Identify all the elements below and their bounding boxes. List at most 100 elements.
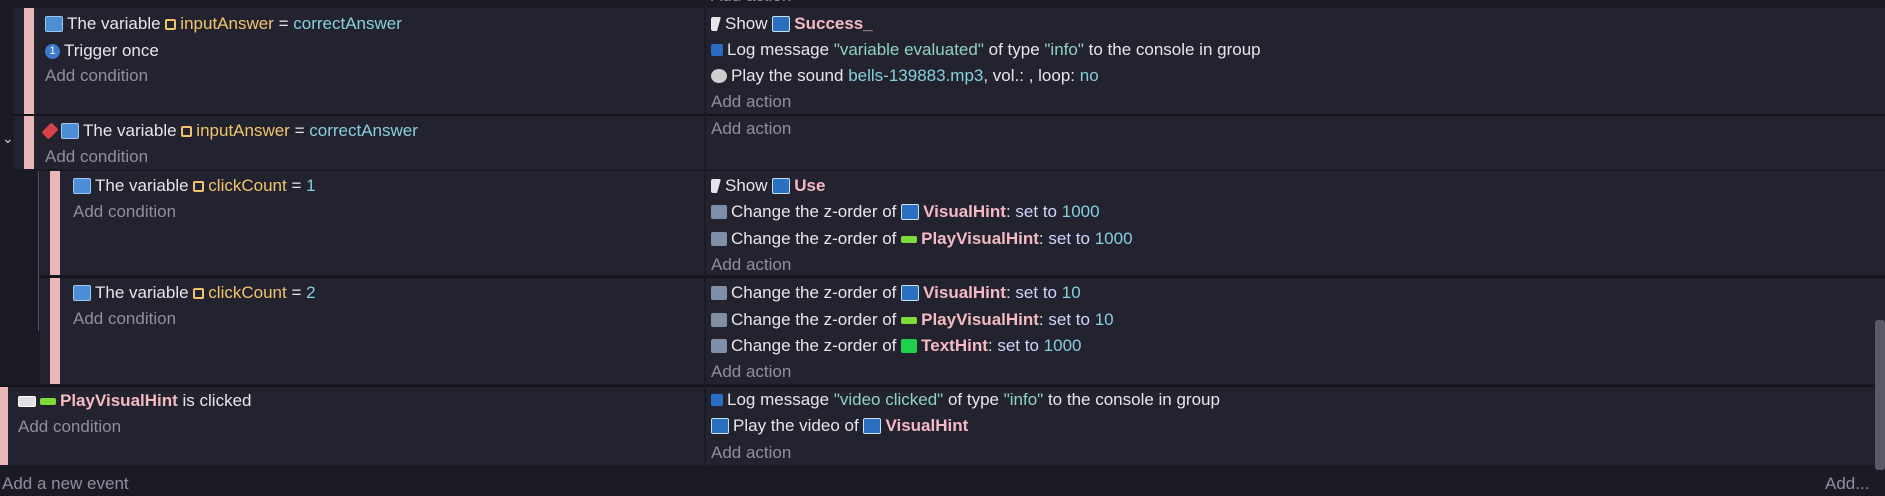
add-action-button[interactable]: Add action bbox=[711, 441, 791, 465]
sub2-bar[interactable] bbox=[50, 278, 60, 384]
add-action-button[interactable]: Add action bbox=[711, 253, 791, 277]
variable-name: clickCount bbox=[208, 176, 287, 195]
z-order-icon bbox=[711, 286, 727, 300]
tree-line bbox=[38, 171, 39, 331]
text-object-icon bbox=[901, 339, 918, 353]
object-name: PlayVisualHint bbox=[921, 310, 1039, 329]
add-condition-button[interactable]: Add condition bbox=[18, 415, 121, 439]
condition-text: is clicked bbox=[182, 391, 252, 410]
operator: = bbox=[294, 121, 305, 140]
object-name: TextHint bbox=[921, 336, 988, 355]
action-text: of type bbox=[988, 40, 1040, 59]
trigger-once-icon: 1 bbox=[45, 43, 60, 59]
action-text: of type bbox=[947, 390, 999, 409]
log-icon bbox=[711, 44, 723, 56]
collapse-chevron[interactable]: ⌄ bbox=[2, 130, 14, 147]
condition-variable[interactable]: The variable clickCount = 1 bbox=[73, 174, 316, 198]
condition-variable[interactable]: The variable inputAnswer = correctAnswer bbox=[41, 119, 418, 143]
action-z-order[interactable]: Change the z-order of PlayVisualHint : s… bbox=[711, 308, 1114, 332]
sub1-bar[interactable] bbox=[50, 171, 60, 275]
vertical-scrollbar[interactable] bbox=[1875, 320, 1885, 470]
z-value: 1000 bbox=[1061, 202, 1100, 221]
object-name: VisualHint bbox=[923, 202, 1006, 221]
action-play-sound[interactable]: Play the sound bells-139883.mp3 , vol.: … bbox=[711, 64, 1099, 88]
operation: set to bbox=[1048, 310, 1090, 329]
add-action-button[interactable]: Add action bbox=[711, 360, 791, 384]
action-log-message[interactable]: Log message "video clicked" of type "inf… bbox=[711, 388, 1220, 412]
add-condition-button[interactable]: Add condition bbox=[73, 200, 176, 224]
video-object-icon bbox=[901, 204, 920, 220]
action-text: Change the z-order of bbox=[731, 336, 897, 355]
add-condition-button[interactable]: Add condition bbox=[73, 307, 176, 331]
loop-value: no bbox=[1079, 66, 1099, 85]
action-text: Play the sound bbox=[731, 66, 844, 85]
action-text: Change the z-order of bbox=[731, 229, 897, 248]
action-text: Log message bbox=[727, 40, 830, 59]
action-text: , vol.: , loop: bbox=[983, 66, 1076, 85]
operator: = bbox=[278, 14, 289, 33]
separator: : bbox=[1038, 229, 1044, 248]
sprite-object-icon bbox=[901, 235, 918, 243]
object-icon bbox=[772, 178, 791, 194]
action-z-order[interactable]: Change the z-order of VisualHint : set t… bbox=[711, 281, 1081, 305]
separator: : bbox=[987, 336, 993, 355]
operation: set to bbox=[1015, 202, 1058, 221]
condition-trigger-once[interactable]: 1 Trigger once bbox=[45, 39, 159, 63]
condition-text: The variable bbox=[83, 121, 177, 140]
add-condition-button[interactable]: Add condition bbox=[45, 145, 148, 169]
operation: set to bbox=[997, 336, 1039, 355]
variable-name: inputAnswer bbox=[180, 14, 274, 33]
action-z-order[interactable]: Change the z-order of TextHint : set to … bbox=[711, 334, 1082, 358]
action-text: to the console in group bbox=[1088, 40, 1261, 59]
show-icon bbox=[711, 17, 721, 31]
sound-icon bbox=[711, 69, 727, 83]
operation: set to bbox=[1015, 283, 1058, 302]
add-condition-button[interactable]: Add condition bbox=[45, 64, 148, 88]
action-text: Change the z-order of bbox=[731, 310, 897, 329]
type-string: "info" bbox=[1044, 40, 1084, 59]
action-text: Log message bbox=[727, 390, 830, 409]
message-string: "variable evaluated" bbox=[833, 40, 984, 59]
z-value: 10 bbox=[1094, 310, 1114, 329]
object-name: Success_ bbox=[794, 14, 873, 33]
object-name: PlayVisualHint bbox=[921, 229, 1039, 248]
action-z-order[interactable]: Change the z-order of PlayVisualHint : s… bbox=[711, 227, 1133, 251]
action-z-order[interactable]: Change the z-order of VisualHint : set t… bbox=[711, 200, 1100, 224]
condition-text: The variable bbox=[95, 176, 189, 195]
action-show[interactable]: Show Success_ bbox=[711, 12, 873, 36]
event3-bar[interactable] bbox=[0, 387, 8, 465]
action-log-message[interactable]: Log message "variable evaluated" of type… bbox=[711, 38, 1261, 62]
condition-text: The variable bbox=[67, 14, 161, 33]
variable-value: 2 bbox=[306, 283, 316, 302]
condition-text: The variable bbox=[95, 283, 189, 302]
variable-value: correctAnswer bbox=[309, 121, 418, 140]
variable-type-icon bbox=[165, 18, 177, 30]
link-icon bbox=[41, 122, 59, 140]
message-string: "video clicked" bbox=[833, 390, 944, 409]
add-action-button[interactable]: Add action bbox=[711, 90, 791, 114]
variable-type-icon bbox=[193, 287, 205, 299]
event1-bar[interactable] bbox=[24, 8, 34, 114]
separator: : bbox=[1005, 202, 1011, 221]
add-action-button[interactable]: Add action bbox=[711, 117, 791, 141]
action-play-video[interactable]: Play the video of VisualHint bbox=[711, 414, 968, 438]
column-divider bbox=[704, 0, 706, 465]
condition-text: Trigger once bbox=[64, 41, 159, 60]
condition-variable[interactable]: The variable inputAnswer = correctAnswer bbox=[45, 12, 402, 36]
top-add-action[interactable]: Add action bbox=[711, 0, 791, 8]
action-text: Change the z-order of bbox=[731, 283, 897, 302]
add-new-event-button[interactable]: Add a new event bbox=[2, 472, 129, 496]
add-menu-button[interactable]: Add... bbox=[1825, 472, 1869, 496]
show-icon bbox=[711, 179, 721, 193]
cursor-click-icon bbox=[18, 395, 36, 407]
type-string: "info" bbox=[1003, 390, 1044, 409]
separator: : bbox=[1038, 310, 1044, 329]
condition-variable[interactable]: The variable clickCount = 2 bbox=[73, 281, 316, 305]
video-object-icon bbox=[901, 285, 920, 301]
variable-icon bbox=[73, 285, 91, 301]
condition-clicked[interactable]: PlayVisualHint is clicked bbox=[18, 389, 252, 413]
log-icon bbox=[711, 394, 723, 406]
object-icon bbox=[772, 16, 791, 32]
event2-bar[interactable] bbox=[24, 116, 34, 169]
action-show[interactable]: Show Use bbox=[711, 174, 825, 198]
